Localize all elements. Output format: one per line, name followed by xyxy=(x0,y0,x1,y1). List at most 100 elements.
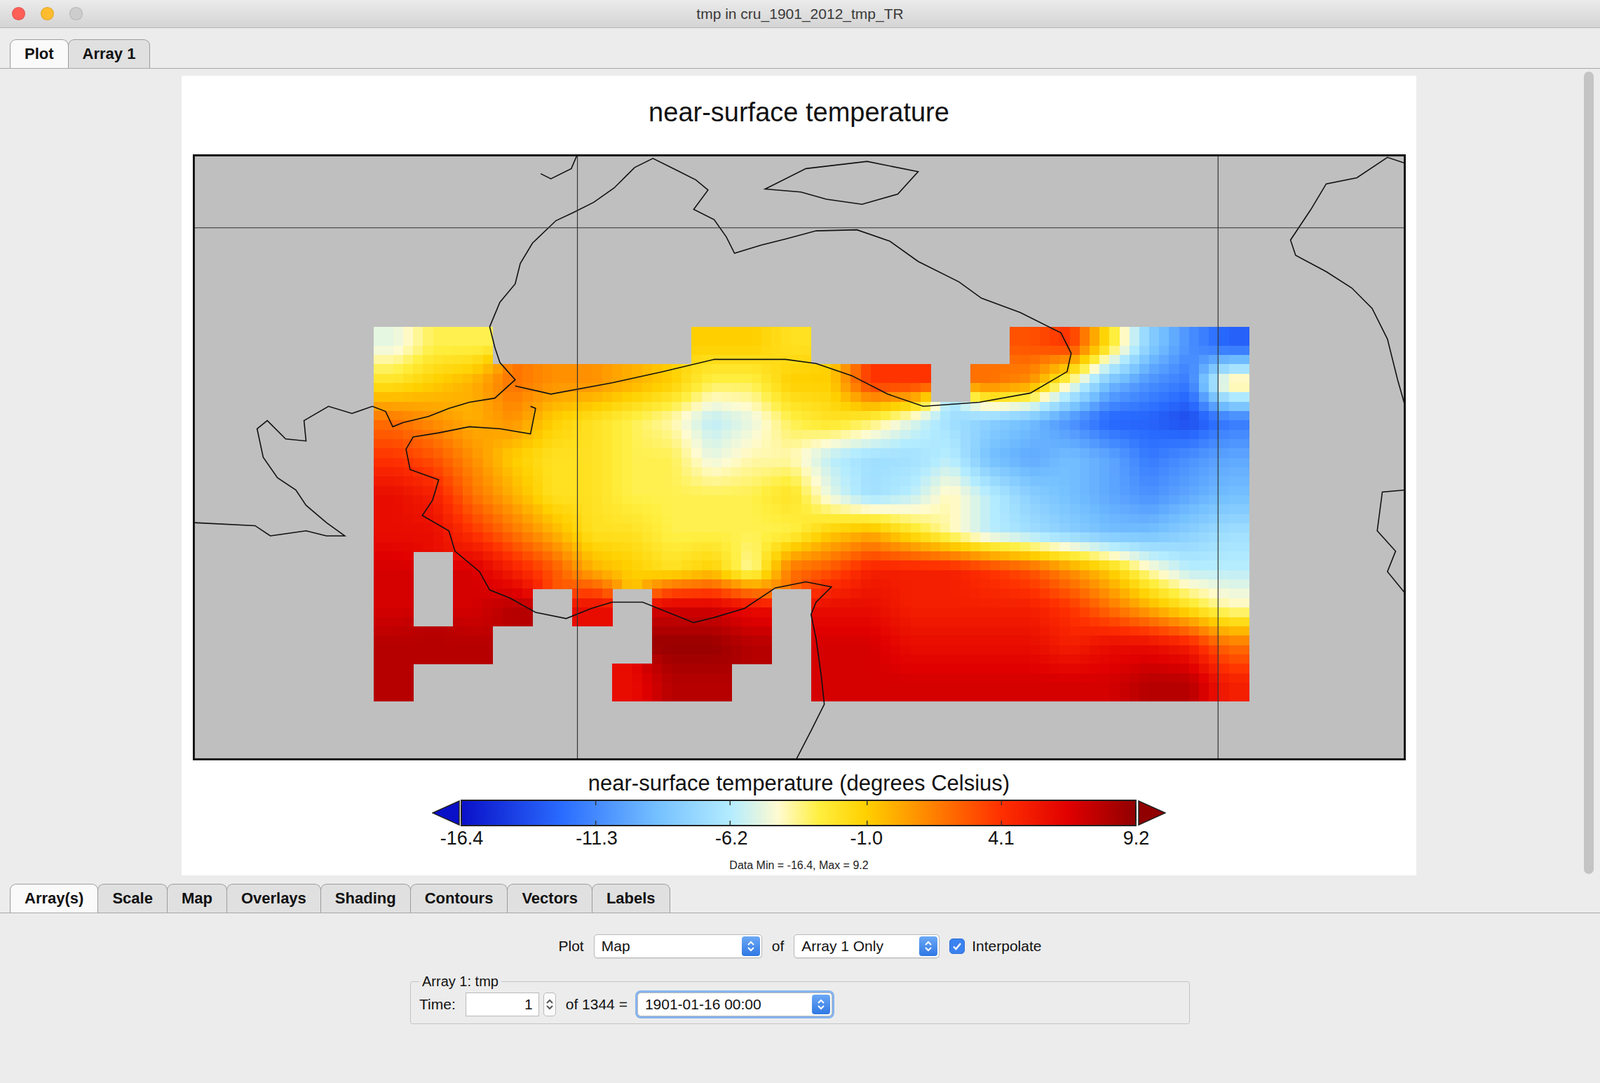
heatmap-cell xyxy=(880,410,892,421)
heatmap-cell xyxy=(710,513,722,524)
heatmap-cell xyxy=(1149,335,1160,346)
heatmap-cell xyxy=(452,457,464,468)
heatmap-cell xyxy=(1109,457,1120,468)
close-button[interactable] xyxy=(11,7,26,21)
heatmap-cell xyxy=(392,495,404,505)
heatmap-cell xyxy=(731,466,742,477)
heatmap-cell xyxy=(1188,448,1199,458)
heatmap-cell xyxy=(1228,457,1239,468)
heatmap-cell xyxy=(800,429,812,440)
heatmap-cell xyxy=(551,410,563,421)
heatmap-cell xyxy=(382,401,394,412)
heatmap-cell xyxy=(710,419,722,430)
heatmap-cell xyxy=(691,448,702,458)
heatmap-cell xyxy=(781,485,792,496)
heatmap-cell xyxy=(482,373,493,384)
heatmap-cell xyxy=(1218,438,1230,449)
heatmap-cell xyxy=(1218,382,1230,393)
zoom-button[interactable] xyxy=(69,7,83,21)
heatmap-cell xyxy=(950,523,961,533)
heatmap-cell xyxy=(512,457,524,468)
heatmap-cell xyxy=(890,382,901,393)
heatmap-cell xyxy=(532,466,543,477)
heatmap-cell xyxy=(979,401,991,412)
heatmap-cell xyxy=(581,363,593,374)
heatmap-cell xyxy=(1168,541,1180,552)
heatmap-cell xyxy=(591,485,603,496)
heatmap-cell xyxy=(1238,466,1249,477)
heatmap-cell xyxy=(979,410,991,421)
heatmap-cell xyxy=(1059,326,1070,337)
heatmap-cell xyxy=(1138,335,1150,346)
heatmap-cell xyxy=(1109,354,1120,365)
heatmap-cell xyxy=(621,429,633,440)
heatmap-cell xyxy=(1228,354,1239,365)
heatmap-cell xyxy=(681,523,693,533)
heatmap-cell xyxy=(929,419,941,430)
heatmap-cell xyxy=(522,363,533,374)
heatmap-cell xyxy=(651,532,662,542)
heatmap-cell xyxy=(1079,448,1090,458)
heatmap-cell xyxy=(1138,363,1150,374)
heatmap-cell xyxy=(1218,354,1230,365)
heatmap-cell xyxy=(741,495,752,505)
heatmap-cell xyxy=(940,532,951,542)
heatmap-cell xyxy=(710,438,722,449)
heatmap-cell xyxy=(890,495,901,505)
heatmap-cell xyxy=(1119,523,1130,533)
heatmap-cell xyxy=(422,448,434,458)
heatmap-cell xyxy=(691,504,702,514)
heatmap-cell xyxy=(999,485,1011,496)
heatmap-cell xyxy=(581,523,593,533)
heatmap-cell xyxy=(870,513,881,524)
heatmap-cell xyxy=(1158,504,1170,514)
heatmap-cell xyxy=(1029,513,1040,524)
heatmap-cell xyxy=(800,363,812,374)
heatmap-cell xyxy=(1149,476,1160,486)
heatmap-cell xyxy=(392,457,404,468)
heatmap-cell xyxy=(432,532,444,542)
heatmap-cell xyxy=(651,419,662,430)
heatmap-cell xyxy=(502,570,513,580)
heatmap-cell xyxy=(959,541,971,552)
top-tab[interactable]: Plot xyxy=(9,39,69,69)
heatmap-cell xyxy=(1128,410,1140,421)
heatmap-cell xyxy=(492,504,503,514)
heatmap-cell xyxy=(551,382,563,393)
heatmap-cell xyxy=(462,373,474,384)
heatmap-cell xyxy=(551,485,563,496)
heatmap-cell xyxy=(910,476,921,486)
heatmap-cell xyxy=(541,457,553,468)
heatmap-cell xyxy=(1228,541,1239,552)
heatmap-cell xyxy=(999,419,1011,430)
heatmap-cell xyxy=(979,438,991,449)
heatmap-cell xyxy=(721,335,732,346)
heatmap-cell xyxy=(422,523,434,533)
heatmap-cell xyxy=(990,495,1001,505)
heatmap-cell xyxy=(810,401,822,412)
heatmap-cell xyxy=(959,495,971,505)
heatmap-cell xyxy=(541,382,553,393)
heatmap-cell xyxy=(1079,326,1090,337)
top-tab-bar: PlotArray 1 xyxy=(0,28,1600,69)
top-tab[interactable]: Array 1 xyxy=(68,39,151,69)
heatmap-cell xyxy=(382,391,394,402)
heatmap-cell xyxy=(382,354,394,365)
heatmap-cell xyxy=(601,485,613,496)
heatmap-cell xyxy=(681,485,693,496)
heatmap-cell xyxy=(810,382,822,393)
heatmap-cell xyxy=(969,363,981,374)
heatmap-cell xyxy=(581,485,593,496)
heatmap-cell xyxy=(999,429,1011,440)
heatmap-cell xyxy=(710,495,722,505)
heatmap-cell xyxy=(1069,373,1080,384)
heatmap-cell xyxy=(1049,485,1061,496)
heatmap-cell xyxy=(860,513,871,524)
minimize-button[interactable] xyxy=(40,7,54,21)
heatmap-cell xyxy=(721,410,732,421)
heatmap-cell xyxy=(1138,541,1150,552)
heatmap-cell xyxy=(373,419,384,430)
heatmap-cell xyxy=(1168,495,1180,505)
heatmap-cell xyxy=(612,448,623,458)
heatmap-cell xyxy=(850,410,861,421)
